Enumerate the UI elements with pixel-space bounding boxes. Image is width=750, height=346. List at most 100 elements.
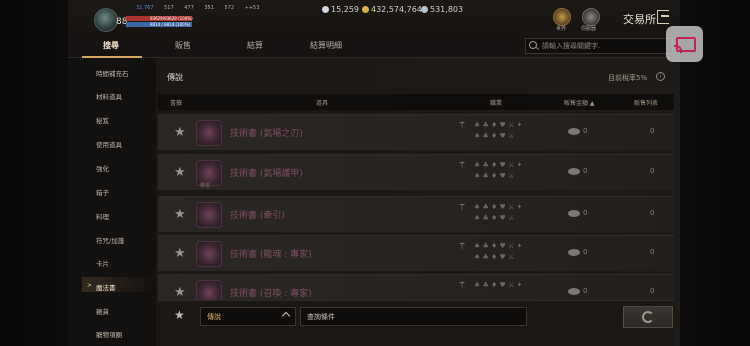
- section-title: 傳說: [167, 73, 183, 82]
- skill-book-icon: [196, 241, 222, 267]
- item-name: 技術書 (牽引): [230, 211, 285, 221]
- info-icon[interactable]: i: [656, 72, 665, 81]
- bookmark-star-icon[interactable]: ★: [174, 207, 186, 222]
- table-header: [158, 94, 674, 110]
- class-list: ♠ ♣ ♦ ♥ ⚔: [474, 132, 515, 140]
- price-amount: 0: [583, 209, 588, 217]
- item-name: 技術書 (氣場護甲): [230, 169, 303, 179]
- bookmark-filter-star-icon[interactable]: ★: [174, 308, 185, 322]
- item-name: 技術書 (龍魂 : 專家): [230, 250, 312, 260]
- sidebar-item[interactable]: 秘笈: [96, 115, 109, 125]
- sidebar-active-highlight: [82, 277, 156, 292]
- eye-icon: [568, 210, 580, 217]
- header-class: 職業: [490, 100, 503, 107]
- bookmark-star-icon[interactable]: ★: [174, 125, 186, 140]
- world-icon[interactable]: [553, 8, 571, 26]
- stat-value: ++53: [244, 5, 260, 11]
- price-amount: 0: [583, 167, 588, 175]
- diamond-icon: [322, 6, 329, 13]
- sidebar-item[interactable]: 寵物項圈: [96, 329, 122, 339]
- sidebar-item[interactable]: 卡片: [96, 258, 109, 268]
- bookmark-star-icon[interactable]: ★: [174, 246, 186, 261]
- class-list: ♠ ♣ ♦ ♥ ⚔ ✦: [474, 203, 523, 211]
- sidebar-item[interactable]: 材料道具: [96, 91, 122, 101]
- sidebar-item[interactable]: 料理: [96, 211, 109, 221]
- sidebar-item[interactable]: 時間補充石: [96, 68, 129, 78]
- bookmark-star-icon[interactable]: ★: [174, 285, 186, 300]
- tab-settle[interactable]: 結算: [247, 40, 263, 51]
- class-list: ♠ ♣ ♦ ♥ ⚔: [474, 172, 515, 180]
- sidebar-item[interactable]: 強化: [96, 163, 109, 173]
- bookmark-star-icon[interactable]: ★: [174, 165, 186, 180]
- item-name: 技術書 (氣場之刃): [230, 129, 303, 139]
- sidebar-item[interactable]: 符咒/加護: [96, 235, 124, 245]
- player-stats: 32,767 517 477 351 572 ++53: [136, 5, 268, 11]
- header-bookmark: 書籤: [170, 100, 183, 107]
- price-amount: 0: [583, 248, 588, 256]
- class-icon: ⚚: [458, 242, 467, 252]
- eye-icon: [568, 128, 580, 135]
- class-list: ♠ ♣ ♦ ♥ ⚔: [474, 214, 515, 222]
- currency-gold: 432,574,764: [362, 5, 422, 14]
- table-row[interactable]: ★ 技術書 (召喚 : 專家) ⚚ ♠ ♣ ♦ ♥ ⚔ ✦ 0 0: [158, 274, 674, 300]
- stat-value: 517: [164, 5, 174, 11]
- currency-value: 15,259: [331, 5, 359, 14]
- mp-label: 8814 / 8814 (100%): [150, 22, 191, 27]
- price-amount: 0: [583, 127, 588, 135]
- player-avatar[interactable]: [94, 8, 118, 32]
- search-icon: [529, 41, 537, 49]
- item-name: 技術書 (召喚 : 專家): [230, 289, 312, 299]
- class-list: ♠ ♣ ♦ ♥ ⚔ ✦: [474, 242, 523, 250]
- class-icon: ⚚: [458, 281, 467, 291]
- sidebar-item[interactable]: 箱子: [96, 187, 109, 197]
- item-learn-tag: 學習: [200, 183, 211, 189]
- skill-book-icon: [196, 120, 222, 146]
- server-icon[interactable]: [582, 8, 600, 26]
- sidebar-item[interactable]: 使用道具: [96, 139, 122, 149]
- exit-icon[interactable]: [657, 10, 669, 24]
- tab-sell[interactable]: 販售: [175, 40, 191, 51]
- listing-count: 0: [650, 248, 655, 256]
- silver-coin-icon: [421, 6, 428, 13]
- class-icon: ⚚: [458, 161, 467, 171]
- listing-count: 0: [650, 127, 655, 135]
- category-sidebar: [68, 58, 156, 346]
- tab-settle-details[interactable]: 結算明細: [310, 40, 342, 51]
- stat-value: 572: [224, 5, 235, 11]
- eye-icon: [568, 288, 580, 295]
- cast-icon[interactable]: [666, 26, 703, 62]
- class-icon: ⚚: [458, 121, 467, 131]
- tax-rate: 目前稅率5%: [608, 74, 648, 82]
- currency-value: 432,574,764: [371, 5, 422, 14]
- header-price[interactable]: 販售金額 ▲: [564, 98, 595, 107]
- table-row[interactable]: ★ 技術書 (牽引) ⚚ ♠ ♣ ♦ ♥ ⚔ ✦ ♠ ♣ ♦ ♥ ⚔ 0 0: [158, 196, 674, 232]
- stat-value: 351: [204, 5, 214, 11]
- listing-count: 0: [650, 209, 655, 217]
- listing-count: 0: [650, 167, 655, 175]
- page-title: 交易所: [623, 13, 656, 26]
- refresh-icon: [642, 311, 654, 323]
- stat-value: 477: [184, 5, 194, 11]
- currency-diamond: 15,259: [322, 5, 359, 14]
- currency-silver: 531,803: [421, 5, 463, 14]
- query-conditions-label: 查詢條件: [307, 313, 335, 321]
- class-list: ♠ ♣ ♦ ♥ ⚔: [474, 253, 515, 261]
- hp-label: 93629/93629 (100%): [150, 16, 193, 21]
- class-list: ♠ ♣ ♦ ♥ ⚔ ✦: [474, 121, 523, 129]
- class-list: ♠ ♣ ♦ ♥ ⚔ ✦: [474, 161, 523, 169]
- eye-icon: [568, 249, 580, 256]
- skill-book-icon: [196, 202, 222, 228]
- header-listings: 販售列表: [634, 100, 659, 107]
- table-row[interactable]: ★ 技術書 (龍魂 : 專家) ⚚ ♠ ♣ ♦ ♥ ⚔ ✦ ♠ ♣ ♦ ♥ ⚔ …: [158, 235, 674, 271]
- class-list: ♠ ♣ ♦ ♥ ⚔ ✦: [474, 281, 523, 289]
- tab-search[interactable]: 搜尋: [103, 40, 119, 51]
- sidebar-item[interactable]: 雜貨: [96, 306, 109, 316]
- sidebar-item-active[interactable]: 魔法書: [96, 282, 116, 292]
- table-row[interactable]: ★ 學習 技術書 (氣場護甲) ⚚ ♠ ♣ ♦ ♥ ⚔ ✦ ♠ ♣ ♦ ♥ ⚔ …: [158, 154, 674, 190]
- search-placeholder: 請輸入搜尋關鍵字.: [542, 42, 601, 50]
- chevron-right-icon: >: [87, 282, 93, 289]
- gold-coin-icon: [362, 6, 369, 13]
- stat-value: 32,767: [136, 5, 154, 11]
- class-icon: ⚚: [458, 203, 467, 213]
- table-row[interactable]: ★ 技術書 (氣場之刃) ⚚ ♠ ♣ ♦ ♥ ⚔ ✦ ♠ ♣ ♦ ♥ ⚔ 0 0: [158, 114, 674, 150]
